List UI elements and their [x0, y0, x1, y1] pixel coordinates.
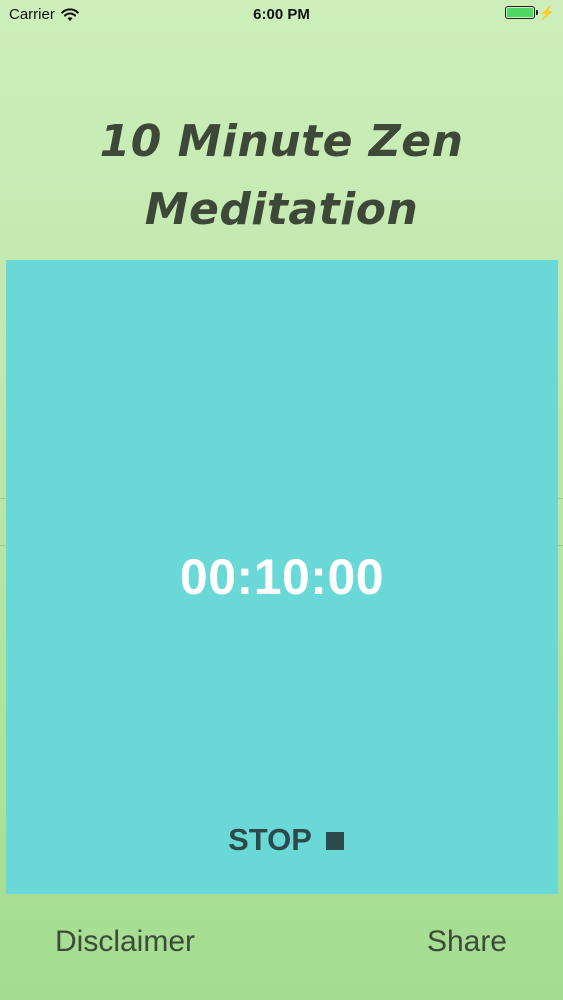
stop-square-icon	[325, 832, 344, 850]
timer-panel: 00:10:00 STOP	[6, 260, 558, 894]
share-link[interactable]: Share	[427, 925, 507, 959]
timer-display: 00:10:00	[179, 549, 385, 605]
battery-indicator: ⚡	[504, 5, 555, 20]
disclaimer-link[interactable]: Disclaimer	[55, 925, 195, 959]
status-time: 6:00 PM	[253, 6, 310, 23]
battery-full-icon	[504, 6, 538, 19]
stop-label: STOP	[228, 822, 312, 857]
status-bar: Carrier 6:00 PM ⚡	[0, 0, 563, 30]
stop-button[interactable]: STOP	[216, 820, 356, 860]
title-line-2: Meditation	[144, 184, 419, 235]
title-line-1: 10 Minute Zen	[99, 116, 464, 167]
charging-bolt-icon: ⚡	[538, 5, 555, 20]
page-title: 10 Minute Zen Meditation	[0, 108, 563, 244]
